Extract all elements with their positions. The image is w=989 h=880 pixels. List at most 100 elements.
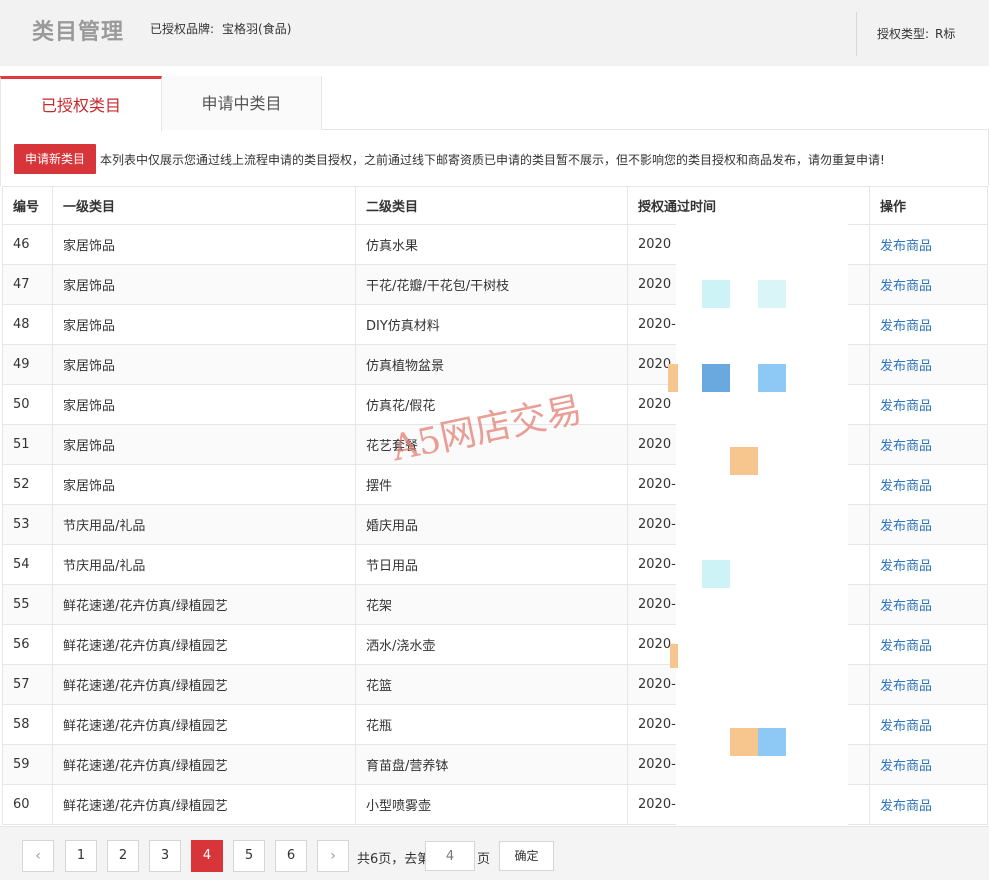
cell-level1-category: 家居饰品 bbox=[52, 224, 356, 265]
mask-block bbox=[670, 644, 678, 668]
publish-product-link[interactable]: 发布商品 bbox=[880, 599, 932, 614]
publish-product-link[interactable]: 发布商品 bbox=[880, 439, 932, 454]
cell-level2-category: 仿真水果 bbox=[355, 224, 628, 265]
publish-product-link[interactable]: 发布商品 bbox=[880, 679, 932, 694]
cell-action: 发布商品 bbox=[869, 584, 988, 625]
cell-action: 发布商品 bbox=[869, 344, 988, 385]
page-button-6[interactable]: 6 bbox=[275, 840, 307, 872]
publish-product-link[interactable]: 发布商品 bbox=[880, 479, 932, 494]
publish-product-link[interactable]: 发布商品 bbox=[880, 719, 932, 734]
page-title: 类目管理 bbox=[32, 20, 125, 45]
cell-id: 57 bbox=[2, 664, 53, 705]
cell-level2-category: DIY仿真材料 bbox=[355, 304, 628, 345]
page-button-1[interactable]: 1 bbox=[65, 840, 97, 872]
cell-level1-category: 家居饰品 bbox=[52, 464, 356, 505]
col-header-auth-time: 授权通过时间 bbox=[627, 186, 870, 225]
cell-id: 58 bbox=[2, 704, 53, 745]
page-button-3[interactable]: 3 bbox=[149, 840, 181, 872]
next-page-button[interactable]: › bbox=[317, 840, 349, 872]
cell-action: 发布商品 bbox=[869, 464, 988, 505]
cell-level1-category: 鲜花速递/花卉仿真/绿植园艺 bbox=[52, 664, 356, 705]
auth-type-value: R标 bbox=[935, 27, 956, 41]
cell-action: 发布商品 bbox=[869, 224, 988, 265]
cell-id: 51 bbox=[2, 424, 53, 465]
cell-id: 46 bbox=[2, 224, 53, 265]
cell-level2-category: 小型喷雾壶 bbox=[355, 784, 628, 825]
cell-level1-category: 鲜花速递/花卉仿真/绿植园艺 bbox=[52, 784, 356, 825]
cell-action: 发布商品 bbox=[869, 664, 988, 705]
prev-page-button[interactable]: ‹ bbox=[22, 840, 54, 872]
cell-id: 55 bbox=[2, 584, 53, 625]
mask-block bbox=[702, 280, 730, 308]
cell-level2-category: 洒水/浇水壶 bbox=[355, 624, 628, 665]
cell-level2-category: 育苗盘/营养钵 bbox=[355, 744, 628, 785]
cell-id: 52 bbox=[2, 464, 53, 505]
cell-id: 47 bbox=[2, 264, 53, 305]
apply-new-category-button[interactable]: 申请新类目 bbox=[14, 144, 96, 174]
publish-product-link[interactable]: 发布商品 bbox=[880, 239, 932, 254]
col-header-id: 编号 bbox=[2, 186, 53, 225]
mask-block bbox=[758, 364, 786, 392]
publish-product-link[interactable]: 发布商品 bbox=[880, 559, 932, 574]
publish-product-link[interactable]: 发布商品 bbox=[880, 399, 932, 414]
page-button-5[interactable]: 5 bbox=[233, 840, 265, 872]
publish-product-link[interactable]: 发布商品 bbox=[880, 799, 932, 814]
cell-id: 53 bbox=[2, 504, 53, 545]
table-header-row: 编号 一级类目 二级类目 授权通过时间 操作 bbox=[2, 186, 988, 225]
publish-product-link[interactable]: 发布商品 bbox=[880, 279, 932, 294]
col-header-level1-category: 一级类目 bbox=[52, 186, 356, 225]
mask-block bbox=[668, 364, 678, 392]
cell-level2-category: 节日用品 bbox=[355, 544, 628, 585]
cell-action: 发布商品 bbox=[869, 504, 988, 545]
cell-level2-category: 仿真植物盆景 bbox=[355, 344, 628, 385]
tab-authorized-categories[interactable]: 已授权类目 bbox=[0, 76, 162, 131]
goto-page-input[interactable] bbox=[425, 841, 475, 871]
publish-product-link[interactable]: 发布商品 bbox=[880, 639, 932, 654]
cell-action: 发布商品 bbox=[869, 264, 988, 305]
cell-id: 54 bbox=[2, 544, 53, 585]
cell-level1-category: 节庆用品/礼品 bbox=[52, 504, 356, 545]
cell-level2-category: 花篮 bbox=[355, 664, 628, 705]
cell-level1-category: 家居饰品 bbox=[52, 424, 356, 465]
cell-action: 发布商品 bbox=[869, 704, 988, 745]
cell-level1-category: 鲜花速递/花卉仿真/绿植园艺 bbox=[52, 584, 356, 625]
notice-text: 本列表中仅展示您通过线上流程申请的类目授权，之前通过线下邮寄资质已申请的类目暂不… bbox=[100, 153, 885, 167]
publish-product-link[interactable]: 发布商品 bbox=[880, 519, 932, 534]
cell-id: 48 bbox=[2, 304, 53, 345]
header-divider bbox=[856, 12, 857, 56]
authorization-type: 授权类型: R标 bbox=[877, 25, 955, 42]
notice-bar: 申请新类目 本列表中仅展示您通过线上流程申请的类目授权，之前通过线下邮寄资质已申… bbox=[0, 130, 989, 186]
mask-block bbox=[702, 364, 730, 392]
mask-block bbox=[758, 728, 786, 756]
cell-action: 发布商品 bbox=[869, 744, 988, 785]
cell-level1-category: 家居饰品 bbox=[52, 384, 356, 425]
page-header: 类目管理 已授权品牌: 宝格羽(食品) 授权类型: R标 bbox=[0, 0, 989, 66]
cell-level1-category: 家居饰品 bbox=[52, 344, 356, 385]
goto-page-confirm-button[interactable]: 确定 bbox=[499, 841, 554, 871]
cell-level1-category: 鲜花速递/花卉仿真/绿植园艺 bbox=[52, 744, 356, 785]
cell-action: 发布商品 bbox=[869, 424, 988, 465]
category-tabs: 已授权类目 申请中类目 bbox=[0, 76, 989, 131]
pagination: ‹ 1 2 3 4 5 6 › 共6页，去第 页 确定 bbox=[0, 826, 989, 880]
tab-pending-categories[interactable]: 申请中类目 bbox=[162, 76, 322, 130]
publish-product-link[interactable]: 发布商品 bbox=[880, 319, 932, 334]
cell-level2-category: 干花/花瓣/干花包/干树枝 bbox=[355, 264, 628, 305]
publish-product-link[interactable]: 发布商品 bbox=[880, 759, 932, 774]
cell-action: 发布商品 bbox=[869, 304, 988, 345]
page-button-4-current[interactable]: 4 bbox=[191, 840, 223, 872]
cell-id: 49 bbox=[2, 344, 53, 385]
mask-block bbox=[702, 560, 730, 588]
col-header-action: 操作 bbox=[869, 186, 988, 225]
col-header-level2-category: 二级类目 bbox=[355, 186, 628, 225]
auth-type-label: 授权类型: bbox=[877, 27, 930, 41]
cell-level2-category: 婚庆用品 bbox=[355, 504, 628, 545]
cell-level2-category: 花瓶 bbox=[355, 704, 628, 745]
brand-label: 已授权品牌: bbox=[150, 22, 215, 36]
publish-product-link[interactable]: 发布商品 bbox=[880, 359, 932, 374]
cell-level1-category: 节庆用品/礼品 bbox=[52, 544, 356, 585]
cell-id: 50 bbox=[2, 384, 53, 425]
cell-level1-category: 家居饰品 bbox=[52, 264, 356, 305]
cell-action: 发布商品 bbox=[869, 544, 988, 585]
cell-level1-category: 鲜花速递/花卉仿真/绿植园艺 bbox=[52, 624, 356, 665]
page-button-2[interactable]: 2 bbox=[107, 840, 139, 872]
